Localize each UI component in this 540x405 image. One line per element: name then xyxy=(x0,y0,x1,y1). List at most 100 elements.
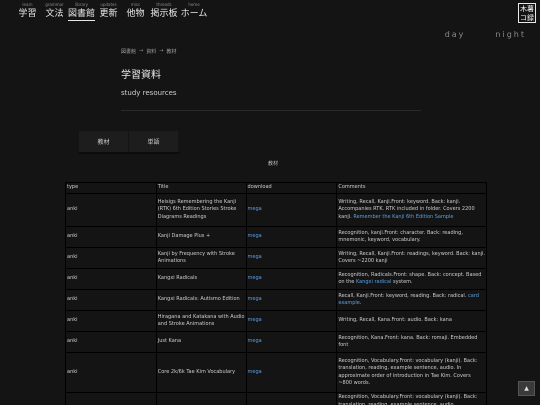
cell-title: Just Kana xyxy=(155,331,247,353)
download-link[interactable]: mega xyxy=(248,275,262,281)
table-row: Recognition, Vocabulary.Front: vocabular… xyxy=(65,392,487,405)
site-logo[interactable]: 木 薯 コ 録 xyxy=(518,3,536,23)
cell-comments: Recognition, Vocabulary.Front: vocabular… xyxy=(336,352,487,393)
table-row: anki Heisigs Remembering the Kanji (RTK) … xyxy=(65,193,487,227)
breadcrumb-resources[interactable]: 資料 xyxy=(146,48,156,55)
cell-type: anki xyxy=(65,193,157,227)
cell-title xyxy=(155,392,247,405)
comment-text: Recognition, Vocabulary.Front: vocabular… xyxy=(338,357,478,387)
comment-text: Writing, Recall, Kanji.Front: readings, … xyxy=(338,250,485,265)
cell-title: Kangxi Radicals: Autismo Edition xyxy=(155,289,247,311)
cell-type: anki xyxy=(65,247,157,269)
comment-text: Recognition, Vocabulary.Front: vocabular… xyxy=(338,394,478,405)
cell-comments: Recognition, kanji.Front: character. Bac… xyxy=(336,226,487,248)
breadcrumb-separator: → xyxy=(139,48,144,54)
cell-title: Hiragana and Katakana with Audio and Str… xyxy=(155,310,247,332)
cell-title: Heisigs Remembering the Kanji (RTK) 6th … xyxy=(155,193,247,227)
nav-item-label: 学習 xyxy=(18,9,37,19)
comment-text: Recognition, kanji.Front: character. Bac… xyxy=(338,229,463,244)
logo-char: 薯 xyxy=(527,5,534,13)
cell-comments: Writing, Recall, Kanji.Front: readings, … xyxy=(336,247,487,269)
cell-download: mega xyxy=(245,193,338,227)
breadcrumb-library[interactable]: 図書館 xyxy=(121,48,136,55)
nav-item-library[interactable]: library 図書館 xyxy=(68,0,95,26)
table-row: anki Kangxi Radicals: Autismo Edition mega… xyxy=(65,289,487,311)
scroll-to-top-button[interactable]: ▲ xyxy=(518,381,535,396)
download-link[interactable]: mega xyxy=(248,206,262,212)
download-link[interactable]: mega xyxy=(248,369,262,375)
logo-char: 木 xyxy=(520,5,527,13)
nav-item-updates[interactable]: updates 更新 xyxy=(95,0,122,26)
download-link[interactable]: mega xyxy=(248,296,262,302)
cell-type: anki xyxy=(65,226,157,248)
cell-comments: Writing, Recall, Kanji.Front: keyword. B… xyxy=(336,193,487,227)
cell-comments: Recognition, Vocabulary.Front: vocabular… xyxy=(336,392,487,405)
tab-bar: 教材 単語 xyxy=(79,131,179,152)
column-header-download: download xyxy=(245,182,338,194)
cell-download xyxy=(245,392,338,405)
tab-vocabulary[interactable]: 単語 xyxy=(129,131,179,152)
nav-item-label: 文法 xyxy=(45,9,64,19)
night-theme-button[interactable]: night xyxy=(495,30,526,39)
resources-table: type Title download Comments anki Heisigs… xyxy=(65,182,487,405)
comment-text: Recall, Kanji.Front: keyword, reading. B… xyxy=(338,292,467,299)
cell-download: mega xyxy=(245,226,338,248)
cell-download: mega xyxy=(245,247,338,269)
cell-download: mega xyxy=(245,289,338,311)
nav-item-learn[interactable]: learn 学習 xyxy=(14,0,41,26)
table-row: anki Kanji Damage Plus + mega Recognition, … xyxy=(65,226,487,248)
download-link[interactable]: mega xyxy=(248,254,262,260)
nav-item-threads[interactable]: threads 掲示板 xyxy=(149,0,179,26)
nav-item-label: ホーム xyxy=(180,9,208,19)
cell-type: anki xyxy=(65,268,157,290)
cell-comments: Recognition, Radicals.Front: shape. Back… xyxy=(336,268,487,290)
day-theme-button[interactable]: day xyxy=(445,30,466,39)
cell-title: Kangxi Radicals xyxy=(155,268,247,290)
tab-materials[interactable]: 教材 xyxy=(79,131,129,152)
cell-type: anki xyxy=(65,310,157,332)
nav-item-misc[interactable]: misc 他物 xyxy=(122,0,149,26)
logo-char: コ xyxy=(520,14,527,22)
nav-item-label: 他物 xyxy=(126,9,145,19)
theme-toggle: day night xyxy=(445,30,526,39)
table-row: anki Kanji by Frequency with Stroke Anima… xyxy=(65,247,487,269)
cell-download: mega xyxy=(245,331,338,353)
column-header-comments: Comments xyxy=(336,182,487,194)
breadcrumb-current: 教材 xyxy=(166,49,177,55)
cell-comments: Recognition, Kana.Front: kana. Back: rom… xyxy=(336,331,487,353)
nav-item-grammar[interactable]: grammar 文法 xyxy=(41,0,68,26)
comment-link[interactable]: Kangxi radical xyxy=(356,279,391,285)
table-row: anki Core 2k/6k Tae Kim Vocabulary mega Rec… xyxy=(65,352,487,393)
table-row: anki Kangxi Radicals mega Recognition, Radi… xyxy=(65,268,487,290)
section-label: 教材 xyxy=(268,161,279,167)
cell-title: Kanji by Frequency with Stroke Animation… xyxy=(155,247,247,269)
breadcrumb: 図書館 → 資料 → 教材 xyxy=(121,48,176,55)
cell-type: anki xyxy=(65,352,157,393)
cell-type xyxy=(65,392,157,405)
nav-item-label: 掲示板 xyxy=(150,9,178,19)
download-link[interactable]: mega xyxy=(248,317,262,323)
comment-link[interactable]: Remember the Kanji 6th Edition Sample xyxy=(353,214,453,220)
cell-download: mega xyxy=(245,268,338,290)
comment-suffix: . xyxy=(359,300,362,306)
cell-type: anki xyxy=(65,331,157,353)
cell-download: mega xyxy=(245,352,338,393)
comment-text: Recognition, Kana.Front: kana. Back: rom… xyxy=(338,334,478,349)
cell-download: mega xyxy=(245,310,338,332)
comment-suffix: system. xyxy=(391,279,413,285)
page-title: 学習資料 xyxy=(121,70,161,81)
download-link[interactable]: mega xyxy=(248,338,262,344)
nav-item-home[interactable]: home ホーム xyxy=(179,0,209,26)
top-nav: learn 学習 grammar 文法 library 図書館 updates … xyxy=(14,0,209,26)
column-header-type: type xyxy=(65,182,157,194)
table-header-row: type Title download Comments xyxy=(65,182,487,194)
tab-shadow xyxy=(79,152,180,154)
logo-char: 録 xyxy=(527,14,534,22)
column-header-title: Title xyxy=(155,182,247,194)
cell-comments: Writing, Recall, Kana.Front: audio. Back… xyxy=(336,310,487,332)
download-link[interactable]: mega xyxy=(248,233,262,239)
table-row: anki Hiragana and Katakana with Audio and… xyxy=(65,310,487,332)
comment-text: Writing, Recall, Kana.Front: audio. Back… xyxy=(338,317,452,324)
page-subtitle: study resources xyxy=(121,89,177,97)
nav-item-label: 更新 xyxy=(99,9,118,19)
